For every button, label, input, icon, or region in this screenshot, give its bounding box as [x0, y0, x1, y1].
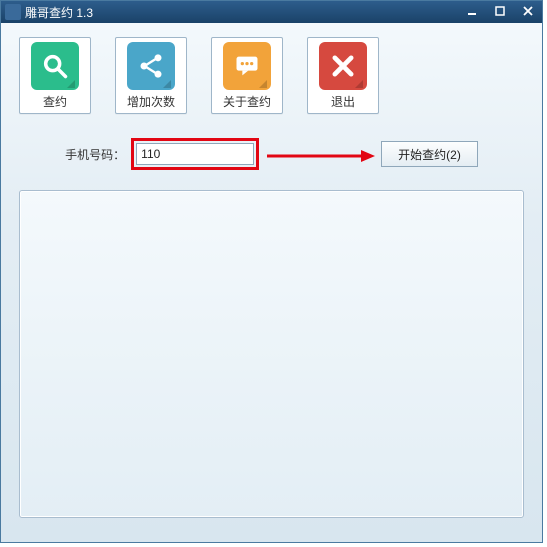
exit-label: 退出 — [331, 93, 355, 110]
maximize-button[interactable] — [486, 1, 514, 21]
minimize-button[interactable] — [458, 1, 486, 21]
share-icon — [127, 42, 175, 90]
about-label: 关于查约 — [223, 93, 271, 110]
content-area: 查约 增加次数 关于查约 退出 手机号 — [1, 23, 542, 528]
about-button[interactable]: 关于查约 — [211, 37, 283, 114]
app-window: 雕哥查约 1.3 查约 — [0, 0, 543, 543]
close-icon — [319, 42, 367, 90]
close-button[interactable] — [514, 1, 542, 21]
phone-highlight-box — [131, 138, 259, 170]
search-button[interactable]: 查约 — [19, 37, 91, 114]
chat-icon — [223, 42, 271, 90]
app-icon — [5, 4, 21, 20]
arrow-annotation — [265, 148, 375, 160]
start-search-button[interactable]: 开始查约(2) — [381, 141, 478, 167]
phone-label: 手机号码： — [65, 146, 125, 163]
result-panel — [19, 190, 524, 518]
titlebar: 雕哥查约 1.3 — [1, 1, 542, 23]
exit-button[interactable]: 退出 — [307, 37, 379, 114]
search-icon — [31, 42, 79, 90]
toolbar: 查约 增加次数 关于查约 退出 — [19, 37, 524, 114]
search-label: 查约 — [43, 93, 67, 110]
window-controls — [458, 1, 542, 23]
phone-input[interactable] — [136, 143, 254, 165]
form-row: 手机号码： 开始查约(2) — [19, 138, 524, 170]
window-title: 雕哥查约 1.3 — [25, 4, 458, 21]
add-count-label: 增加次数 — [127, 93, 175, 110]
add-count-button[interactable]: 增加次数 — [115, 37, 187, 114]
